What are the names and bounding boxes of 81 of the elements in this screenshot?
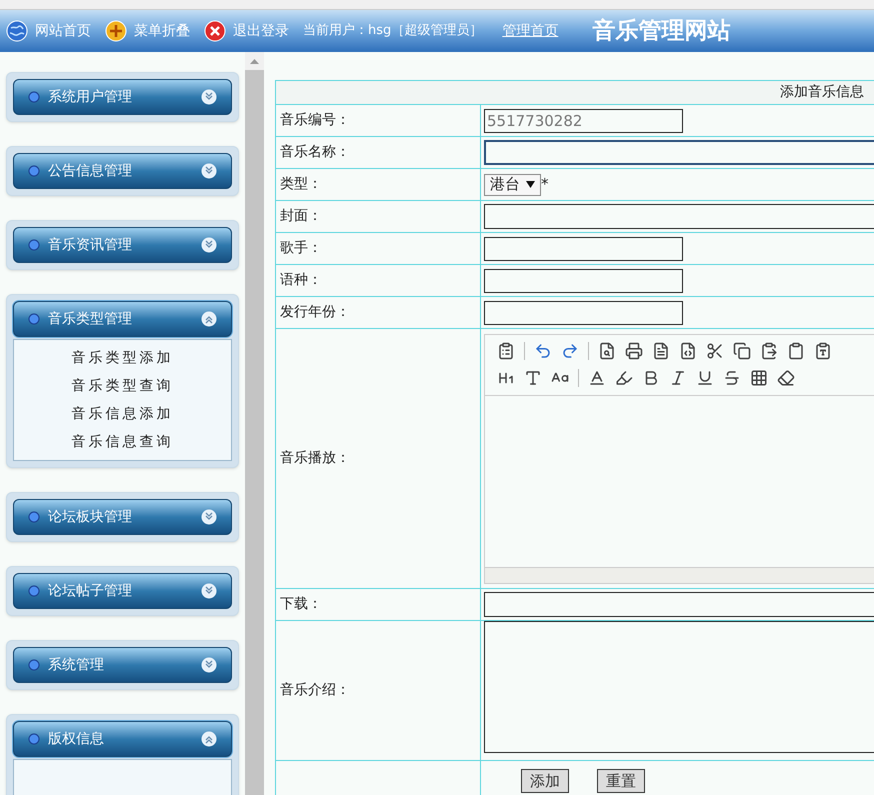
dot-icon bbox=[28, 239, 40, 251]
menu-section-header[interactable]: 音乐资讯管理 bbox=[13, 227, 232, 263]
globe-icon bbox=[6, 20, 28, 42]
chevrons-down-icon bbox=[201, 89, 217, 105]
menu-section-header[interactable]: 论坛帖子管理 bbox=[13, 573, 232, 609]
admin-home-link[interactable]: 管理首页 bbox=[502, 20, 558, 42]
submenu-item[interactable]: 音乐类型添加 bbox=[14, 344, 231, 372]
dot-icon bbox=[28, 585, 40, 597]
current-user: 当前用户：hsg［超级管理员］ bbox=[303, 22, 482, 40]
menu-section-header[interactable]: 系统管理 bbox=[13, 647, 232, 683]
form-title: 添加音乐信息 bbox=[780, 84, 864, 100]
dot-icon bbox=[28, 91, 40, 103]
document-icon[interactable] bbox=[652, 342, 670, 360]
chevrons-up-icon bbox=[201, 311, 217, 327]
plus-icon bbox=[105, 20, 127, 42]
italic-icon[interactable] bbox=[669, 369, 687, 387]
font-icon[interactable] bbox=[524, 369, 542, 387]
chevrons-down-icon bbox=[201, 163, 217, 179]
strikethrough-icon[interactable] bbox=[723, 369, 741, 387]
field-label: 类型： bbox=[280, 176, 322, 192]
dot-icon bbox=[28, 165, 40, 177]
header-link[interactable]: 退出登录 bbox=[204, 20, 289, 42]
text-field[interactable] bbox=[484, 204, 874, 229]
field-label: 音乐播放： bbox=[280, 450, 350, 466]
copy-icon[interactable] bbox=[733, 342, 751, 360]
highlight-icon[interactable] bbox=[615, 369, 633, 387]
table-icon[interactable] bbox=[750, 369, 768, 387]
submenu-item[interactable]: 音乐信息查询 bbox=[14, 428, 231, 456]
paste-text-icon[interactable] bbox=[814, 342, 832, 360]
text-field[interactable] bbox=[484, 268, 683, 292]
required-mark: * bbox=[541, 174, 548, 196]
underline-icon[interactable] bbox=[696, 369, 714, 387]
scrollbar[interactable] bbox=[245, 52, 264, 795]
paste-icon[interactable] bbox=[497, 342, 515, 360]
chevrons-down-icon bbox=[201, 583, 217, 599]
dot-icon bbox=[28, 313, 40, 325]
site-title: 音乐管理网站 bbox=[592, 16, 730, 46]
clipboard-icon[interactable] bbox=[787, 342, 805, 360]
form-button[interactable]: 添加 bbox=[521, 768, 569, 792]
header-link[interactable]: 网站首页 bbox=[6, 20, 91, 42]
menu-section-header[interactable]: 版权信息 bbox=[13, 721, 232, 757]
menu-section-header[interactable]: 系统用户管理 bbox=[13, 79, 232, 115]
menu-section-header[interactable]: 公告信息管理 bbox=[13, 153, 232, 189]
paste-icon[interactable] bbox=[760, 342, 778, 360]
text-field[interactable]: 5517730282 bbox=[484, 108, 683, 132]
field-label: 发行年份： bbox=[280, 304, 350, 320]
caret-icon bbox=[526, 181, 535, 188]
cut-icon[interactable] bbox=[706, 342, 724, 360]
chevrons-down-icon bbox=[201, 509, 217, 525]
text-color-icon[interactable] bbox=[588, 369, 606, 387]
field-label: 音乐编号： bbox=[280, 112, 350, 128]
text-field[interactable] bbox=[484, 140, 874, 165]
menu-section-header[interactable]: 音乐类型管理 bbox=[13, 301, 232, 337]
text-field[interactable] bbox=[484, 300, 683, 324]
field-label: 歌手： bbox=[280, 240, 322, 256]
field-label: 音乐名称： bbox=[280, 144, 350, 160]
eraser-icon[interactable] bbox=[777, 369, 795, 387]
field-label: 封面： bbox=[280, 208, 322, 224]
text-field[interactable] bbox=[484, 236, 683, 260]
dot-icon bbox=[28, 511, 40, 523]
form-button[interactable]: 重置 bbox=[597, 768, 645, 792]
code-icon[interactable] bbox=[679, 342, 697, 360]
type-dropdown[interactable]: 港台 bbox=[484, 174, 541, 196]
field-label: 音乐介绍： bbox=[280, 682, 350, 698]
field-label: 下载： bbox=[280, 596, 322, 612]
chevrons-up-icon bbox=[201, 731, 217, 747]
close-icon bbox=[204, 20, 226, 42]
field-label: 语种： bbox=[280, 272, 322, 288]
dot-icon bbox=[28, 659, 40, 671]
submenu-item[interactable]: 音乐类型查询 bbox=[14, 372, 231, 400]
redo-icon[interactable] bbox=[561, 342, 579, 360]
dot-icon bbox=[28, 733, 40, 745]
menu-section-header[interactable]: 论坛板块管理 bbox=[13, 499, 232, 535]
undo-icon[interactable] bbox=[534, 342, 552, 360]
preview-icon[interactable] bbox=[598, 342, 616, 360]
chevrons-down-icon bbox=[201, 657, 217, 673]
text-field[interactable] bbox=[484, 592, 874, 617]
header-link[interactable]: 菜单折叠 bbox=[105, 20, 190, 42]
submenu-item[interactable]: 音乐信息添加 bbox=[14, 400, 231, 428]
chevrons-down-icon bbox=[201, 237, 217, 253]
print-icon[interactable] bbox=[625, 342, 643, 360]
